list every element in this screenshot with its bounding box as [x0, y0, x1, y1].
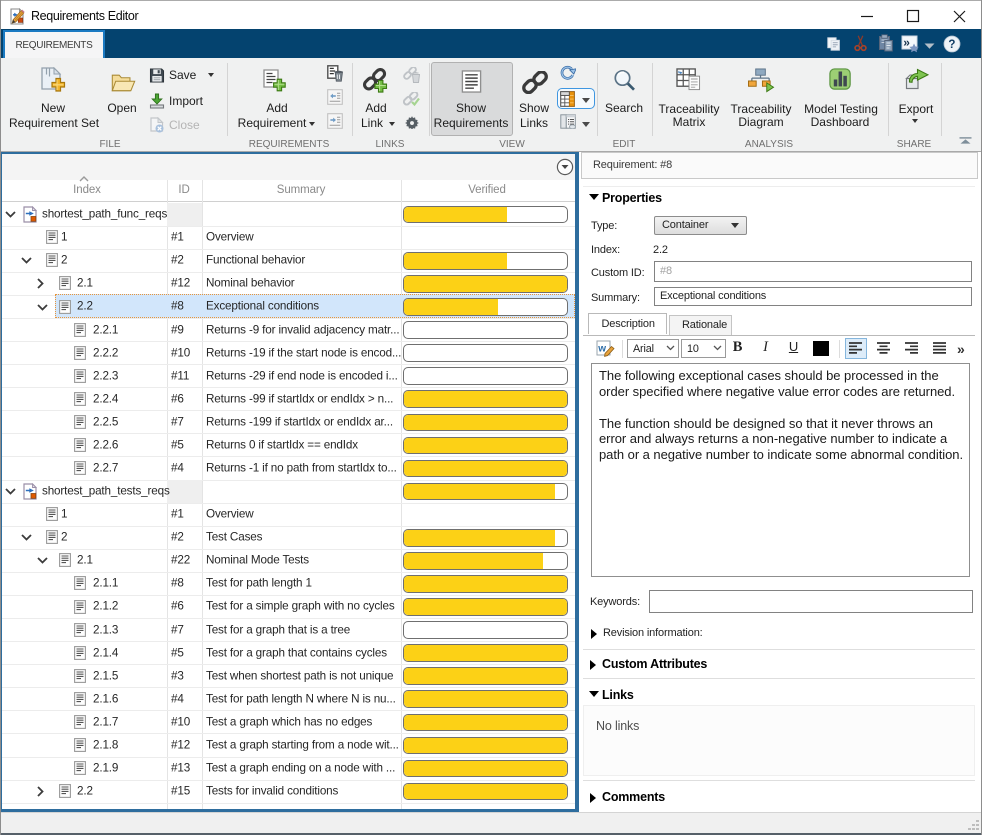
svg-text:»: » — [903, 36, 910, 50]
svg-text:?: ? — [948, 39, 955, 51]
svg-text:w: w — [597, 344, 606, 355]
